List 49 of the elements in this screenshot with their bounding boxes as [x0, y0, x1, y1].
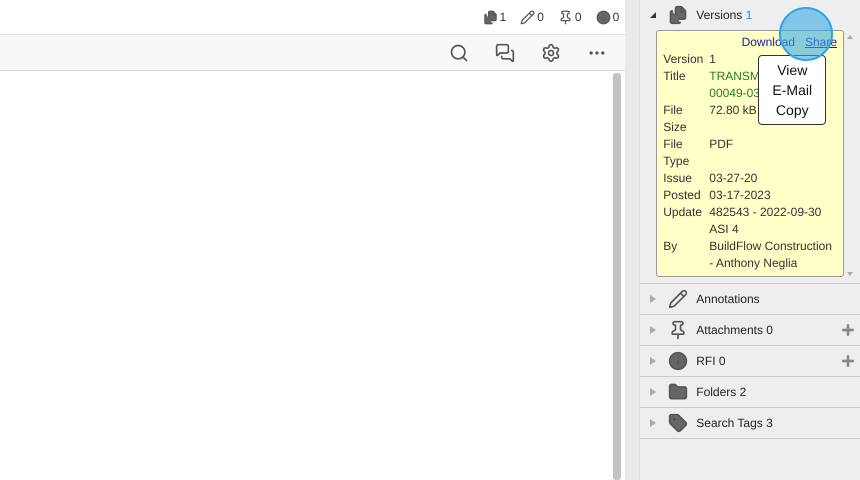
scrollbar[interactable]: [613, 73, 622, 480]
field-value: 482543 - 2022-09-30: [709, 204, 822, 221]
section-title[interactable]: Search Tags 3: [696, 416, 856, 430]
section-title[interactable]: Attachments 0: [696, 323, 832, 337]
field-label: Version: [663, 51, 704, 68]
folder-icon: [668, 382, 688, 402]
expand-arrow-icon[interactable]: [650, 12, 656, 18]
count-indicator: 0: [596, 10, 620, 24]
section-title[interactable]: Annotations: [696, 292, 856, 306]
tag-icon: [668, 413, 688, 433]
field-label: File Size: [663, 102, 688, 136]
field-label: Update: [663, 204, 703, 221]
info-icon: [668, 351, 688, 371]
info-icon: [596, 10, 611, 24]
menu-item[interactable]: View: [777, 60, 808, 80]
search-icon[interactable]: [449, 42, 470, 62]
field-value: 1: [709, 51, 716, 68]
field-value: PDF: [709, 136, 734, 153]
menu-item[interactable]: Copy: [776, 100, 809, 120]
pencil-icon: [520, 10, 536, 24]
section-title[interactable]: Versions 1: [696, 8, 856, 22]
pin-icon: [558, 10, 573, 24]
add-icon[interactable]: [840, 322, 856, 338]
field-value: 03-27-20: [709, 170, 758, 187]
documents-icon: [482, 10, 498, 24]
count-indicator: 1: [482, 10, 506, 24]
field-label: File Type: [663, 136, 690, 170]
settings-icon[interactable]: [541, 42, 562, 62]
count-indicator: 0: [520, 10, 544, 24]
scroll-down-icon[interactable]: [847, 272, 853, 276]
field-label: By: [663, 238, 678, 255]
section-title[interactable]: Folders 2: [696, 385, 856, 399]
documents-icon: [668, 5, 688, 25]
add-icon[interactable]: [840, 353, 856, 369]
menu-item[interactable]: E-Mail: [772, 80, 812, 100]
field-value: 03-17-2023: [709, 187, 771, 204]
field-value: 00049-03: [709, 85, 760, 102]
chat-icon[interactable]: [495, 42, 516, 62]
count-indicator: 0: [558, 10, 582, 24]
field-value: 72.80 kB: [709, 102, 757, 119]
field-label: Issue: [663, 170, 693, 187]
field-value: BuildFlow Construction: [709, 238, 832, 255]
field-label: Posted: [663, 187, 702, 204]
scroll-up-icon[interactable]: [847, 35, 853, 39]
field-value: - Anthony Neglia: [709, 255, 798, 272]
field-label: Title: [663, 68, 686, 85]
section-title[interactable]: RFI 0: [696, 354, 832, 368]
pencil-icon: [668, 289, 688, 309]
field-value: ASI 4: [709, 221, 740, 238]
